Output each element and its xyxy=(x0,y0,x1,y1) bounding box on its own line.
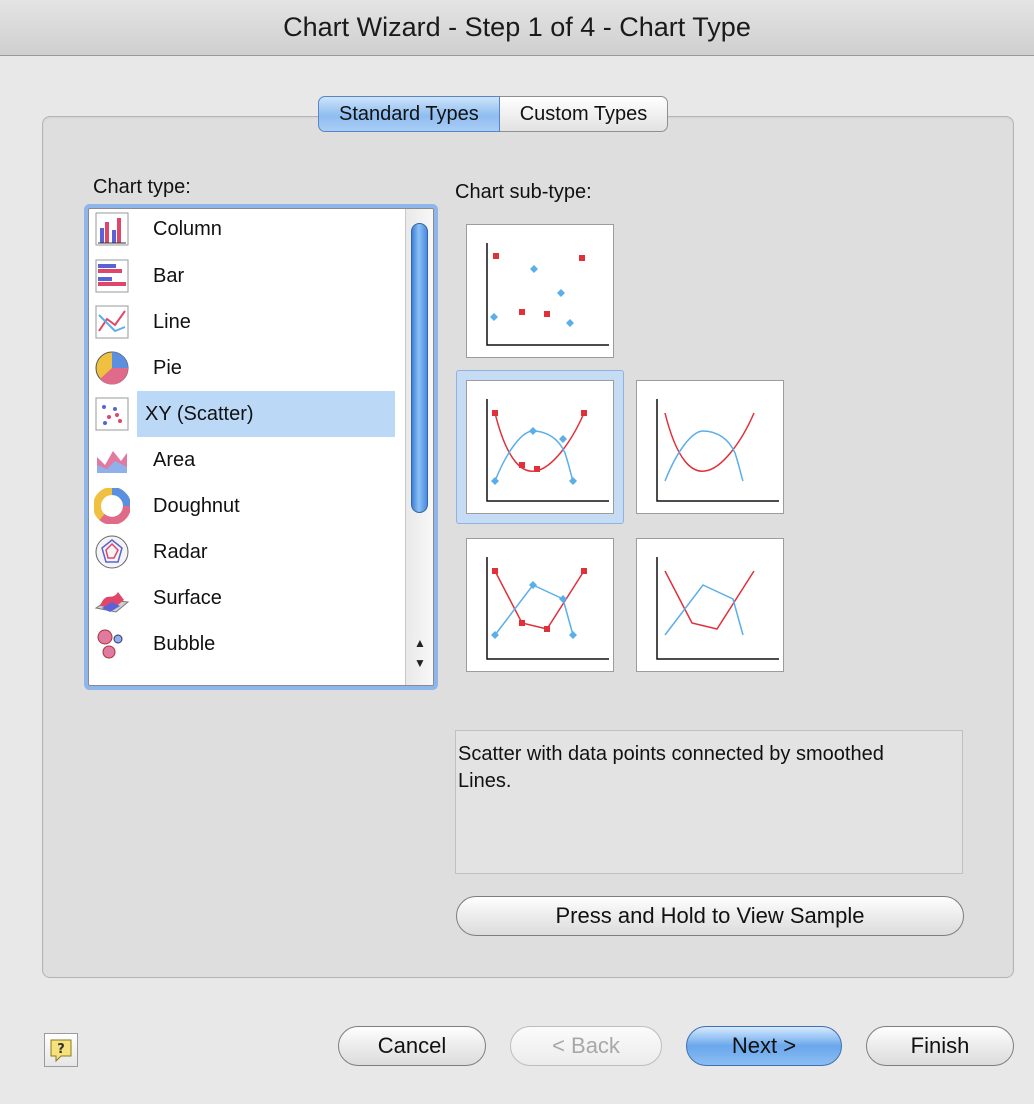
list-item-pie[interactable]: Pie xyxy=(89,345,405,391)
pie-chart-icon xyxy=(93,349,131,387)
doughnut-chart-icon xyxy=(93,487,131,525)
list-item-line[interactable]: Line xyxy=(89,299,405,345)
list-item-column[interactable]: Column xyxy=(89,209,405,252)
list-item-radar[interactable]: Radar xyxy=(89,529,405,575)
list-item-label: Area xyxy=(153,448,196,471)
list-scrollbar[interactable]: ▲ ▼ xyxy=(405,209,433,685)
window-title: Chart Wizard - Step 1 of 4 - Chart Type xyxy=(0,0,1034,56)
scroll-down-arrow-icon[interactable]: ▼ xyxy=(406,653,433,673)
area-chart-icon xyxy=(93,441,131,479)
tab-bar: Standard Types Custom Types xyxy=(318,96,669,132)
finish-button[interactable]: Finish xyxy=(866,1026,1014,1066)
next-button[interactable]: Next > xyxy=(686,1026,842,1066)
subtype-scatter-straight-lines[interactable] xyxy=(636,538,784,672)
list-item-label: XY (Scatter) xyxy=(137,391,395,437)
scatter-chart-icon xyxy=(93,395,131,433)
surface-chart-icon xyxy=(93,579,131,617)
scroll-thumb[interactable] xyxy=(411,223,428,513)
subtype-description: Scatter with data points connected by sm… xyxy=(458,743,884,792)
list-item-area[interactable]: Area xyxy=(89,437,405,483)
list-item-label: Column xyxy=(153,217,222,240)
subtype-scatter-smoothed-lines[interactable] xyxy=(636,380,784,514)
cancel-button[interactable]: Cancel xyxy=(338,1026,486,1066)
bubble-chart-icon xyxy=(93,625,131,663)
chart-subtype-label: Chart sub-type: xyxy=(455,181,592,203)
column-chart-icon xyxy=(93,210,131,248)
list-item-label: Surface xyxy=(153,586,222,609)
list-item-label: Line xyxy=(153,310,191,333)
subtype-scatter-markers-only[interactable] xyxy=(466,224,614,358)
back-button[interactable]: < Back xyxy=(510,1026,662,1066)
subtype-scatter-smoothed-lines-markers[interactable] xyxy=(466,380,614,514)
help-icon[interactable]: ? xyxy=(44,1033,78,1067)
svg-text:?: ? xyxy=(57,1042,65,1057)
bar-chart-icon xyxy=(93,257,131,295)
list-item-bubble[interactable]: Bubble xyxy=(89,621,405,667)
chart-type-list[interactable]: Column Bar Line Pie XY (Scatter) Area Do… xyxy=(88,208,434,686)
list-item-label: Pie xyxy=(153,356,182,379)
chart-type-label: Chart type: xyxy=(93,176,191,198)
scroll-up-arrow-icon[interactable]: ▲ xyxy=(406,633,433,653)
list-item-label: Bubble xyxy=(153,632,216,655)
tab-custom-types[interactable]: Custom Types xyxy=(499,96,669,132)
list-item-bar[interactable]: Bar xyxy=(89,253,405,299)
list-item-surface[interactable]: Surface xyxy=(89,575,405,621)
view-sample-button[interactable]: Press and Hold to View Sample xyxy=(456,896,964,936)
list-item-label: Bar xyxy=(153,264,185,287)
subtype-scatter-straight-lines-markers[interactable] xyxy=(466,538,614,672)
radar-chart-icon xyxy=(93,533,131,571)
list-item-label: Radar xyxy=(153,540,208,563)
list-item-doughnut[interactable]: Doughnut xyxy=(89,483,405,529)
subtype-description-box: Scatter with data points connected by sm… xyxy=(455,730,963,874)
list-item-xy-scatter[interactable]: XY (Scatter) xyxy=(89,391,405,437)
line-chart-icon xyxy=(93,303,131,341)
tab-standard-types[interactable]: Standard Types xyxy=(318,96,500,132)
list-item-label: Doughnut xyxy=(153,494,240,517)
